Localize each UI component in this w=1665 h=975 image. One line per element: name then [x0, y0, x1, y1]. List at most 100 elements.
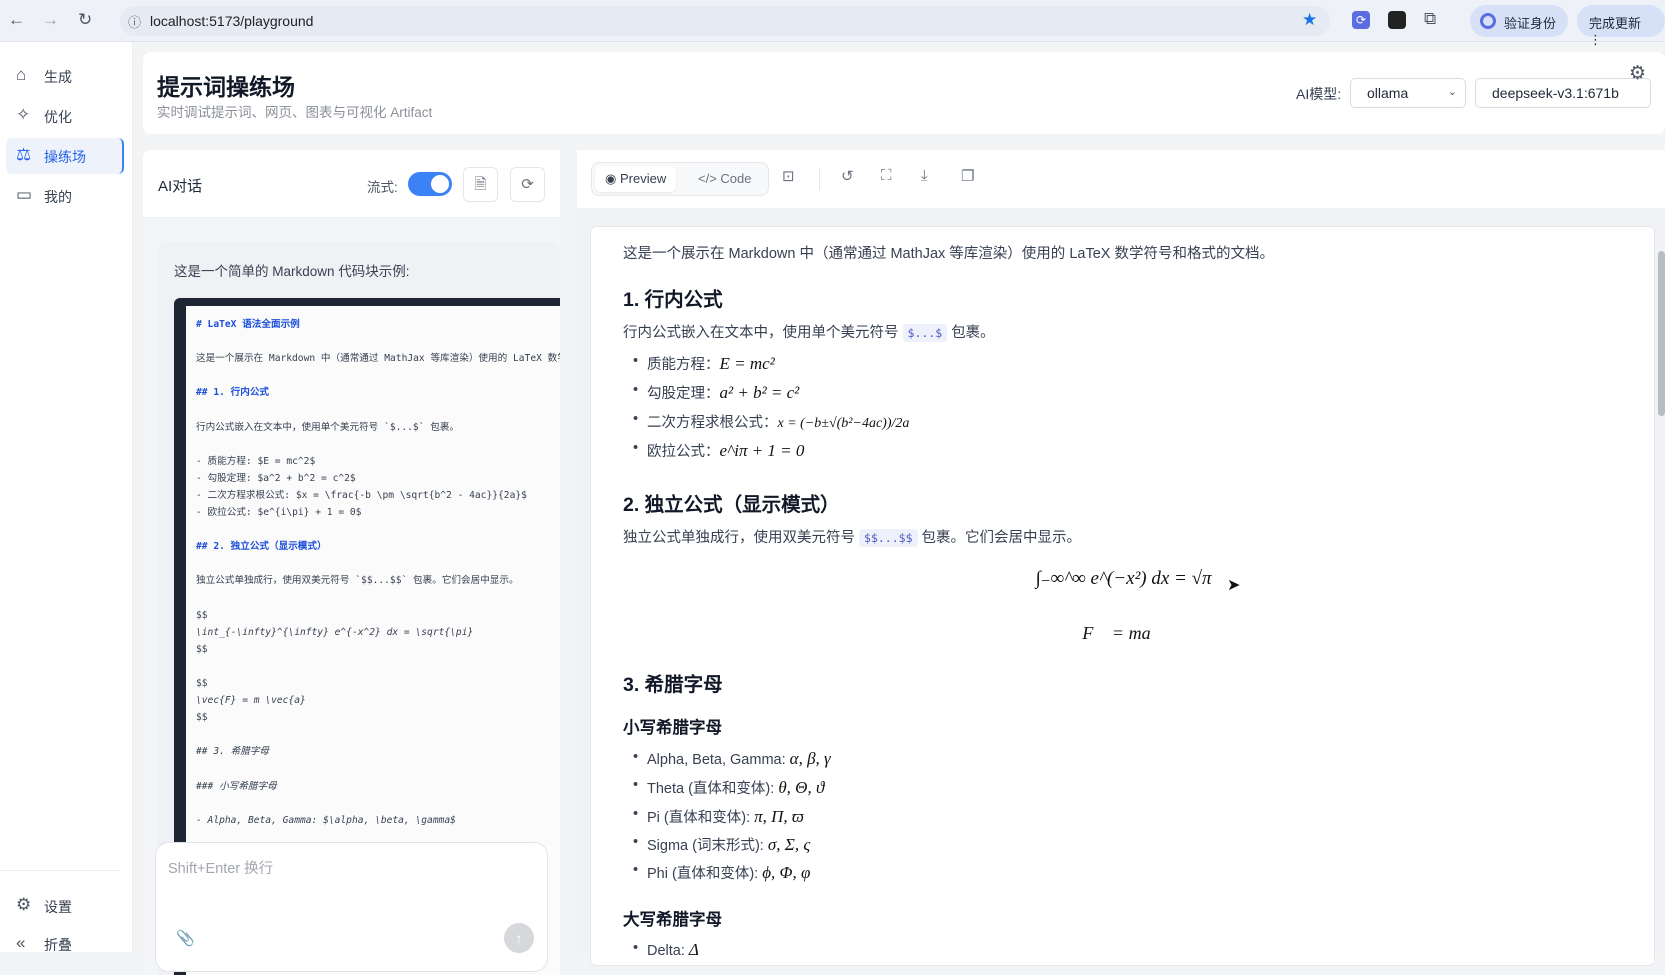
code-line: ### 小写希腊字母 — [196, 780, 277, 792]
item-label: 质能方程： — [647, 357, 720, 373]
address-bar[interactable]: ⓘ localhost:5173/playground ★ — [120, 6, 1330, 36]
divider — [0, 870, 120, 871]
math: σ, Σ, ς — [767, 834, 811, 854]
chat-title: AI对话 — [158, 178, 203, 195]
list-item: Sigma (词末形式): σ, Σ, ς — [633, 834, 811, 855]
provider-select[interactable]: ollama ⌄ — [1350, 78, 1466, 108]
back-icon[interactable]: ← — [8, 10, 25, 30]
code-line: $$ — [196, 643, 208, 655]
section-heading: 3. 希腊字母 — [623, 674, 723, 696]
code-line: ## 3. 希腊字母 — [196, 746, 270, 758]
verify-identity-button[interactable]: 验证身份 — [1470, 5, 1569, 37]
extensions-puzzle-icon[interactable]: ⧉ — [1424, 9, 1436, 29]
sidebar-item-generate[interactable]: ⌂ 生成 — [6, 58, 124, 94]
model-label: AI模型: — [1296, 86, 1342, 102]
code-line: 行内公式嵌入在文本中，使用单个美元符号 `$...$` 包裹。 — [196, 421, 460, 433]
display-equation: ∫₋∞^∞ e^(−x²) dx = √π — [591, 567, 1656, 590]
display-equation: F⃗ = ma⃗ — [591, 623, 1656, 644]
sidebar-item-playground[interactable]: ⚖ 操练场 — [6, 138, 124, 174]
code-line: $$ — [196, 677, 208, 689]
inline-code: $$...$$ — [859, 529, 918, 547]
code-line: \int_{-\infty}^{\infty} e^{-x^2} dx = \s… — [196, 626, 474, 638]
tab-preview[interactable]: ◉ Preview — [595, 166, 677, 192]
refresh-icon[interactable]: ⟳ — [510, 167, 545, 202]
code-line: ## 1. 行内公式 — [196, 387, 270, 399]
text: 行内公式嵌入在文本中，使用单个美元符号 — [623, 325, 899, 341]
sidebar-collapse[interactable]: « 折叠 — [6, 926, 124, 962]
sidebar-settings[interactable]: ⚙ 设置 — [6, 888, 124, 924]
gear-icon[interactable]: ⚙ — [1629, 62, 1646, 85]
model-select[interactable]: deepseek-v3.1:671b — [1475, 78, 1651, 108]
code-line: - 二次方程求根公式: $x = \frac{-b \pm \sqrt{b^2 … — [196, 489, 527, 501]
list-item: 勾股定理：a² + b² = c² — [633, 382, 799, 403]
list-item: 二次方程求根公式：x = (−b±√(b²−4ac))/2a — [633, 411, 909, 432]
chat-input[interactable]: Shift+Enter 换行 📎 ↑ — [155, 842, 548, 972]
terminal-icon[interactable]: ⊡ — [782, 167, 795, 185]
model-value: deepseek-v3.1:671b — [1492, 85, 1619, 101]
collapse-label: 折叠 — [44, 937, 72, 953]
code-line: # LaTeX 语法全面示例 — [196, 319, 300, 330]
document-icon[interactable]: 🗎 — [463, 167, 498, 202]
intro-text: 这是一个展示在 Markdown 中（通常通过 MathJax 等库渲染）使用的… — [623, 246, 1274, 262]
section-paragraph: 行内公式嵌入在文本中，使用单个美元符号 $...$ 包裹。 — [623, 321, 995, 342]
preview-document: 这是一个展示在 Markdown 中（通常通过 MathJax 等库渲染）使用的… — [590, 226, 1665, 966]
sidebar-item-label: 优化 — [44, 109, 72, 125]
item-label: 二次方程求根公式： — [647, 415, 778, 431]
send-button[interactable]: ↑ — [504, 923, 534, 953]
tab-code[interactable]: </> Code — [688, 166, 762, 192]
extension-icon[interactable] — [1388, 11, 1406, 29]
profile-icon — [1480, 13, 1496, 29]
subsection-heading: 小写希腊字母 — [623, 719, 722, 737]
download-icon[interactable]: ⤓ — [921, 167, 928, 184]
paperclip-icon[interactable]: 📎 — [176, 929, 195, 947]
section-paragraph: 独立公式单独成行，使用双美元符号 $$...$$ 包裹。它们会居中显示。 — [623, 526, 1081, 547]
reload-icon[interactable]: ↻ — [78, 10, 92, 30]
sparkle-icon: ✧ — [16, 105, 31, 124]
chat-header: AI对话 流式: 🗎 ⟳ — [143, 150, 560, 218]
chevron-down-icon: ⌄ — [1447, 86, 1457, 98]
sidebar: ⌂ 生成 ✧ 优化 ⚖ 操练场 ▭ 我的 ⚙ 设置 « 折叠 — [0, 42, 133, 953]
stream-toggle[interactable] — [408, 172, 452, 196]
scrollbar-thumb[interactable] — [1658, 251, 1665, 416]
sidebar-item-mine[interactable]: ▭ 我的 — [6, 178, 124, 214]
sidebar-item-optimize[interactable]: ✧ 优化 — [6, 98, 124, 134]
url-text: localhost:5173/playground — [150, 13, 314, 29]
update-label: 完成更新 — [1589, 16, 1642, 31]
list-item: Pi (直体和变体): π, Π, ϖ — [633, 806, 804, 827]
item-label: Pi (直体和变体): — [647, 809, 755, 826]
code-line: - 欧拉公式: $e^{i\pi} + 1 = 0$ — [196, 507, 362, 519]
code-line: $$ — [196, 609, 208, 621]
home-icon: ⌂ — [16, 65, 27, 84]
item-label: Phi (直体和变体): — [647, 866, 763, 883]
code-icon: </> — [698, 171, 717, 186]
extension-sync-icon[interactable]: ⟳ — [1352, 11, 1370, 29]
item-label: 欧拉公式： — [647, 444, 720, 460]
text: 包裹。它们会居中显示。 — [921, 530, 1082, 546]
bookmark-star-icon[interactable]: ★ — [1302, 10, 1317, 30]
list-item: 欧拉公式：e^iπ + 1 = 0 — [633, 440, 804, 461]
code-line: \vec{F} = m \vec{a} — [196, 695, 306, 707]
section-heading: 1. 行内公式 — [623, 289, 723, 311]
list-item: Theta (直体和变体): θ, Θ, ϑ — [633, 777, 824, 798]
copy-icon[interactable]: ❐ — [961, 167, 974, 185]
mouse-cursor-icon: ➤ — [1227, 577, 1241, 594]
list-item: Phi (直体和变体): ϕ, Φ, φ — [633, 862, 810, 883]
item-label: Theta (直体和变体): — [647, 781, 779, 798]
chat-panel: AI对话 流式: 🗎 ⟳ 这是一个简单的 Markdown 代码块示例: # L… — [143, 150, 560, 975]
artifact-panel: ◉ Preview </> Code ⊡ ↺ ⛶ ⤓ ❐ 这是一个展示在 Mar… — [577, 150, 1665, 966]
eye-icon: ◉ — [605, 171, 617, 186]
page-subtitle: 实时调试提示词、网页、图表与可视化 Artifact — [157, 105, 433, 120]
verify-label: 验证身份 — [1504, 16, 1557, 31]
undo-icon[interactable]: ↺ — [841, 167, 854, 185]
info-icon: ⓘ — [128, 15, 142, 30]
fullscreen-icon[interactable]: ⛶ — [881, 167, 892, 184]
update-button[interactable]: 完成更新 ⋮ — [1577, 5, 1665, 47]
item-label: Alpha, Beta, Gamma: — [647, 752, 790, 768]
forward-icon[interactable]: → — [42, 10, 59, 30]
